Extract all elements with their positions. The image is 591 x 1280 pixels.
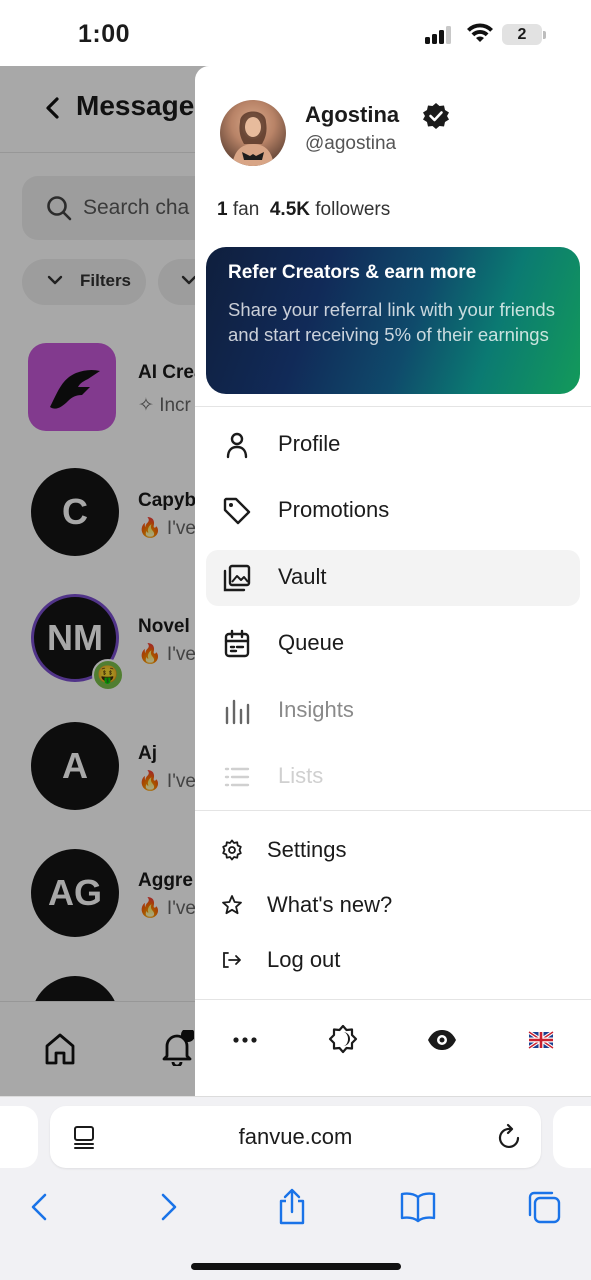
eye-icon[interactable] (422, 1022, 462, 1058)
calendar-icon (224, 629, 250, 658)
gear-icon (222, 839, 242, 861)
menu-item-lists[interactable]: Lists (206, 749, 580, 805)
divider (195, 406, 591, 407)
url-text: fanvue.com (238, 1124, 353, 1149)
menu-item-promotions[interactable]: Promotions (206, 483, 580, 539)
cellular-signal-icon (425, 26, 455, 44)
battery-indicator: 2 (502, 24, 542, 45)
person-icon (226, 432, 248, 459)
settings-link[interactable]: Settings (206, 828, 580, 872)
profile-stats: 1 fan 4.5K followers (217, 199, 390, 221)
divider (195, 810, 591, 811)
theme-icon[interactable] (323, 1022, 363, 1058)
menu-label: Lists (278, 763, 324, 788)
menu-label: Profile (278, 431, 341, 456)
uk-flag-icon[interactable] (521, 1022, 561, 1058)
status-bar: 1:00 2 (0, 0, 591, 66)
menu-item-vault[interactable]: Vault (206, 550, 580, 606)
address-bar[interactable]: fanvue.com (50, 1106, 541, 1168)
previous-tab[interactable] (0, 1106, 38, 1168)
profile-avatar[interactable] (220, 100, 286, 166)
refer-creators-card[interactable]: Refer Creators & earn more Share your re… (206, 247, 580, 394)
divider (195, 999, 591, 1000)
browser-toolbar: fanvue.com (0, 1096, 591, 1280)
menu-label: Promotions (278, 497, 390, 522)
menu-item-profile[interactable]: Profile (206, 417, 580, 473)
whats-new-link[interactable]: What's new? (206, 883, 580, 927)
bookmarks-icon[interactable] (398, 1187, 438, 1227)
star-icon (222, 895, 242, 915)
list-icon (224, 767, 250, 787)
refer-card-title: Refer Creators & earn more (228, 262, 477, 283)
whats-new-label: What's new? (267, 892, 393, 917)
logout-icon (223, 952, 241, 968)
menu-item-insights[interactable]: Insights (206, 683, 580, 739)
gallery-icon (223, 564, 251, 592)
account-drawer: Agostina @agostina 1 fan 4.5K followers … (195, 66, 591, 1096)
forward-icon[interactable] (148, 1187, 188, 1227)
refer-card-body: Share your referral link with your frien… (228, 299, 555, 345)
next-tab[interactable] (553, 1106, 591, 1168)
menu-label: Queue (278, 630, 345, 655)
profile-photo (232, 111, 274, 166)
bar-chart-icon (225, 699, 250, 725)
more-icon[interactable] (225, 1022, 265, 1058)
tabs-icon[interactable] (524, 1187, 564, 1227)
logout-link[interactable]: Log out (206, 938, 580, 982)
profile-name: Agostina (305, 102, 400, 127)
menu-label: Insights (278, 697, 354, 722)
fans-label: fan (232, 199, 260, 220)
status-time: 1:00 (78, 20, 131, 48)
followers-count: 4.5K (269, 199, 310, 220)
share-icon[interactable] (272, 1187, 312, 1227)
logout-label: Log out (267, 947, 341, 972)
profile-handle: @agostina (305, 133, 397, 154)
battery-tip (543, 31, 546, 39)
followers-label: followers (315, 199, 391, 220)
fans-count: 1 (217, 199, 228, 220)
verified-badge-icon (423, 103, 449, 129)
reload-icon[interactable] (497, 1123, 523, 1151)
tag-icon (223, 497, 251, 525)
menu-label: Vault (278, 564, 327, 589)
wifi-icon (467, 23, 493, 42)
menu-item-queue[interactable]: Queue (206, 616, 580, 672)
back-icon[interactable] (20, 1187, 60, 1227)
home-indicator (191, 1263, 401, 1270)
settings-label: Settings (267, 837, 347, 862)
